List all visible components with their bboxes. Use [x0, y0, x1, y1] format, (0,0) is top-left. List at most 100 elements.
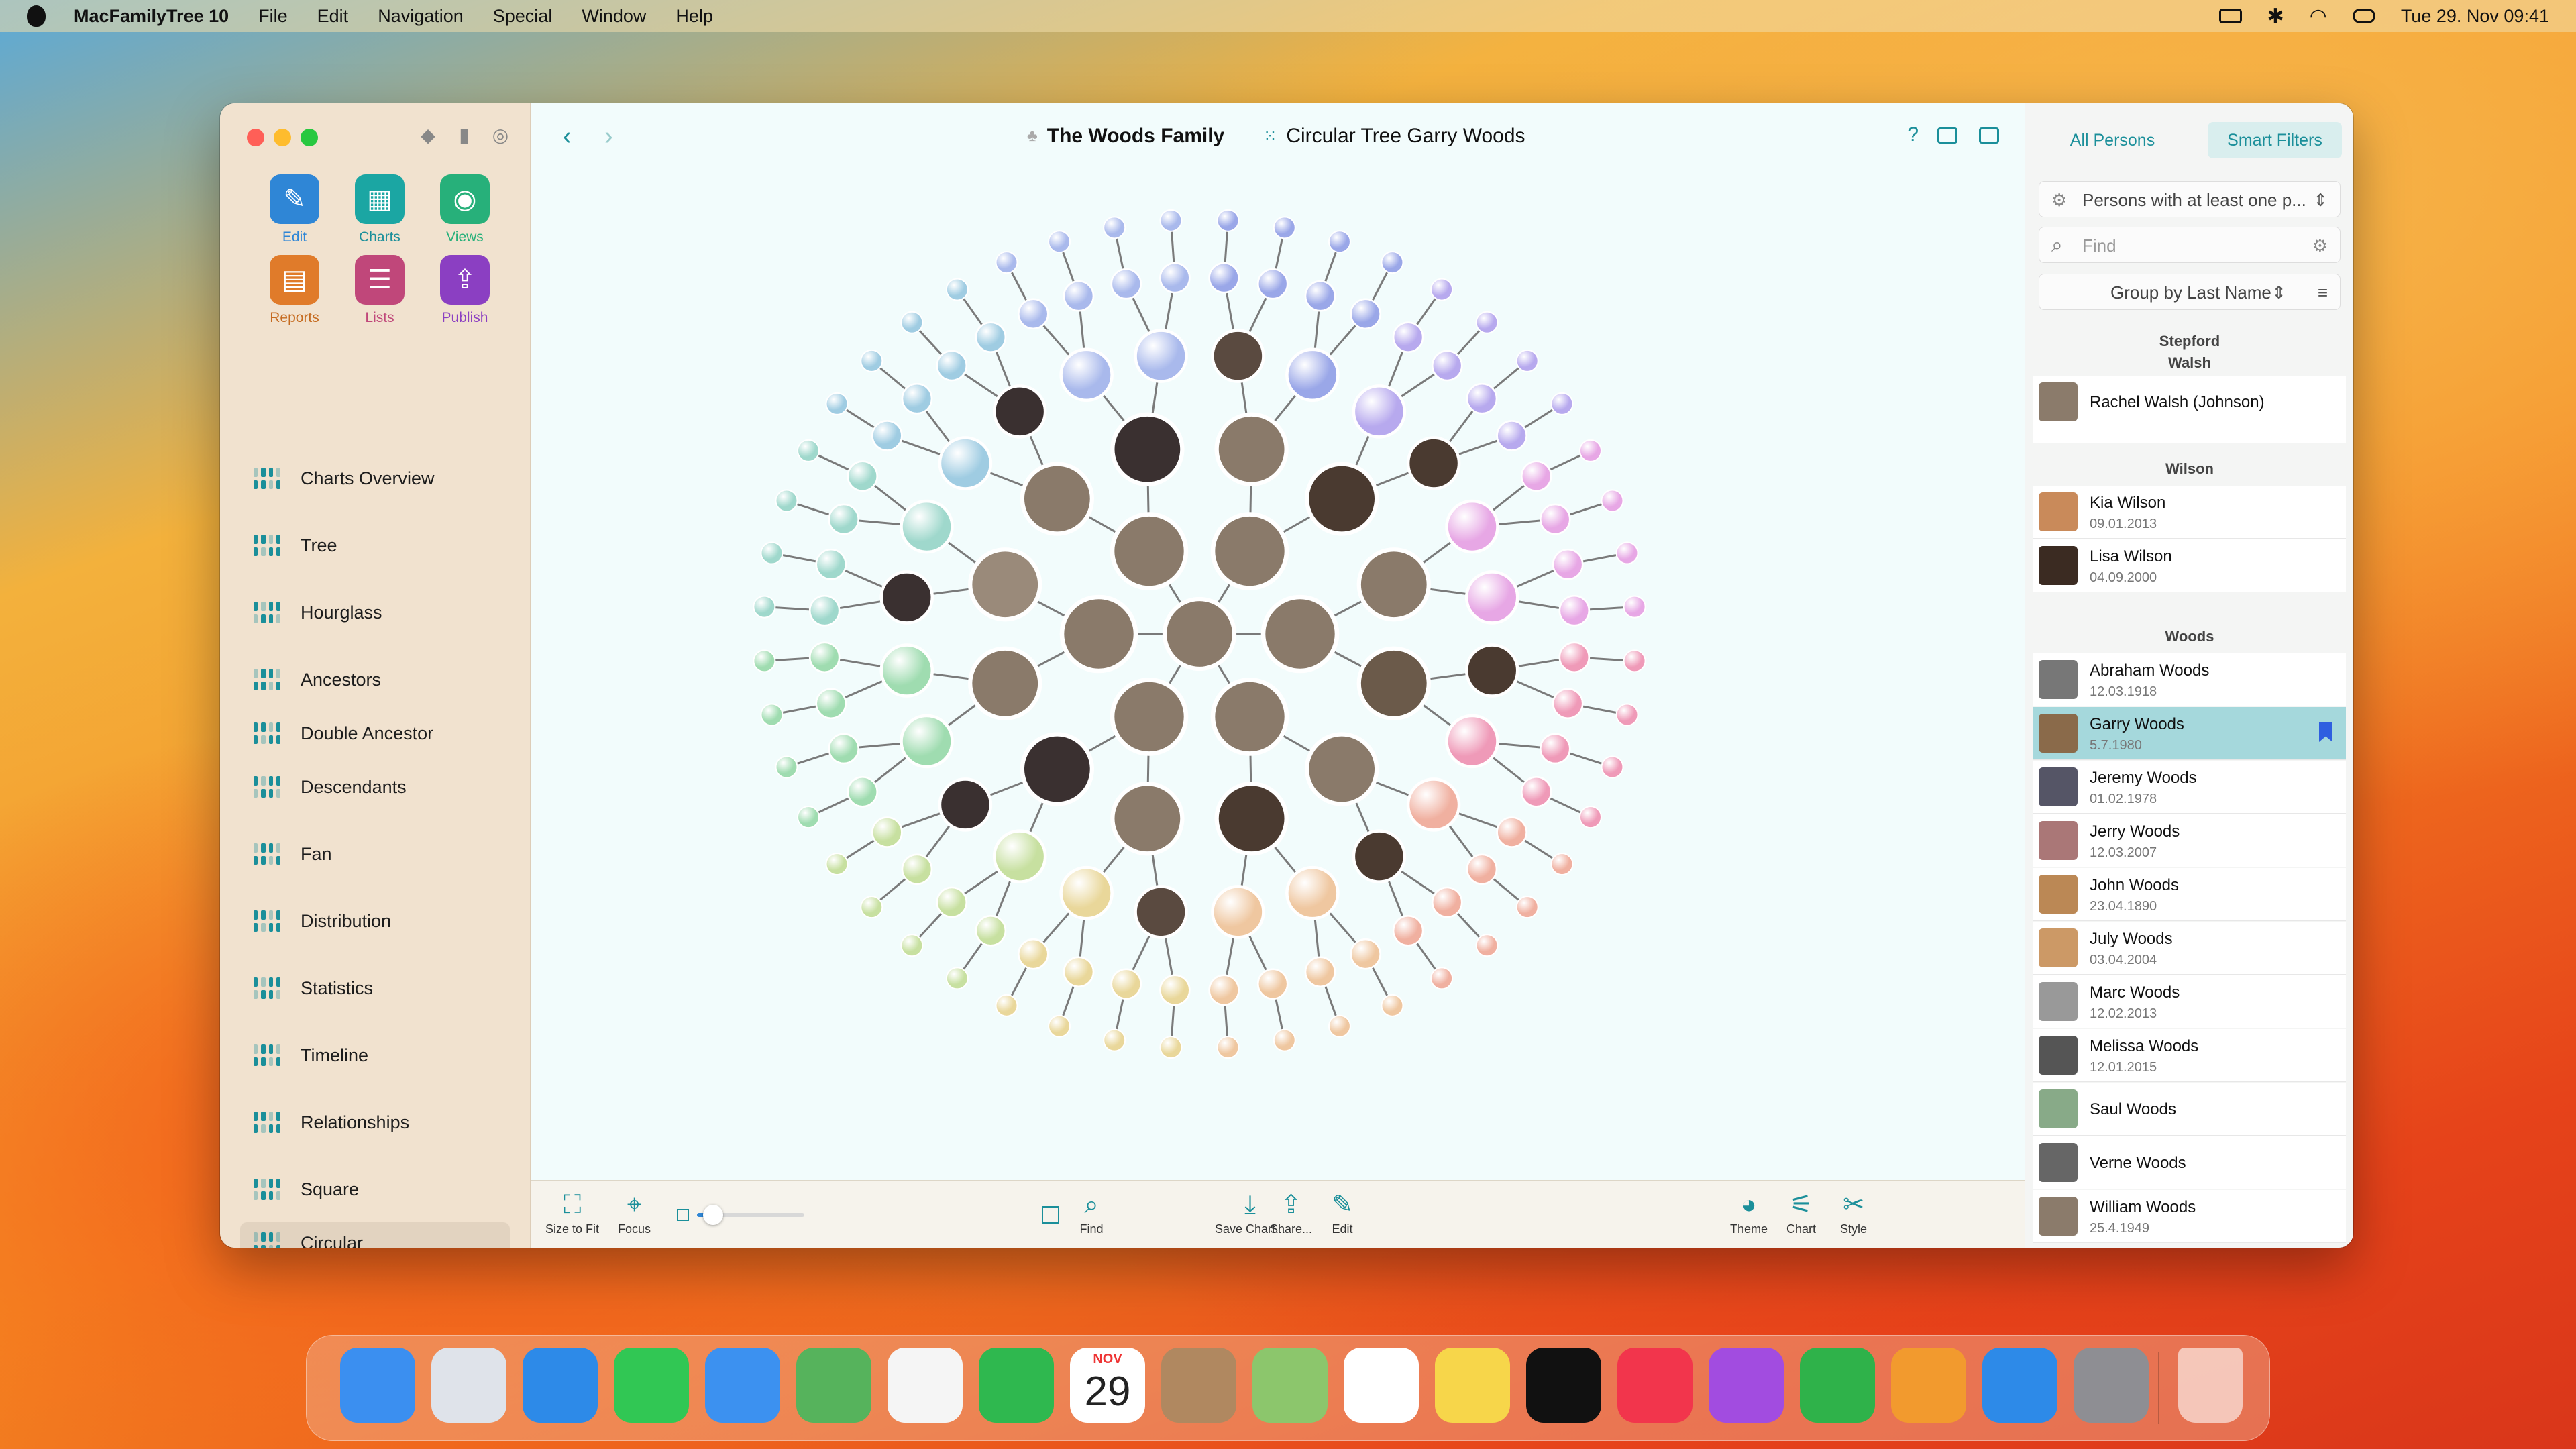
person-node[interactable]	[1496, 420, 1527, 451]
person-node[interactable]	[1515, 349, 1539, 372]
person-node[interactable]	[1305, 732, 1379, 806]
forward-icon[interactable]: ›	[604, 122, 613, 151]
tab-smart-filters[interactable]: Smart Filters	[2208, 122, 2342, 158]
person-node[interactable]	[1159, 1036, 1183, 1059]
person-node[interactable]	[945, 967, 969, 990]
person-node[interactable]	[1578, 439, 1602, 462]
person-node[interactable]	[825, 392, 849, 415]
person-node[interactable]	[1392, 915, 1424, 947]
system-settings-icon[interactable]	[2074, 1348, 2149, 1423]
menu-special[interactable]: Special	[493, 6, 553, 27]
sidebar-item-descendants[interactable]: Descendants	[240, 766, 510, 808]
person-node[interactable]	[1211, 885, 1265, 939]
root-person-node[interactable]	[1162, 596, 1237, 672]
person-node[interactable]	[1430, 967, 1454, 990]
person-node[interactable]	[1466, 853, 1498, 885]
person-node[interactable]	[1475, 934, 1499, 957]
person-node[interactable]	[847, 460, 879, 492]
contacts-icon[interactable]	[1161, 1348, 1236, 1423]
person-node[interactable]	[1601, 489, 1624, 513]
person-node[interactable]	[1381, 251, 1404, 274]
person-node[interactable]	[1103, 216, 1126, 239]
person-node[interactable]	[1159, 209, 1183, 232]
person-node[interactable]	[938, 777, 993, 832]
bookmark-icon[interactable]: ▮	[455, 126, 474, 145]
person-node[interactable]	[1623, 649, 1646, 673]
person-node[interactable]	[808, 594, 841, 627]
list-item[interactable]: John Woods 23.04.1890	[2033, 868, 2346, 921]
person-node[interactable]	[1328, 1014, 1351, 1038]
person-node[interactable]	[1210, 512, 1289, 590]
person-node[interactable]	[1208, 974, 1240, 1006]
person-node[interactable]	[1260, 594, 1340, 674]
smart-filter-select[interactable]: ⚙ Persons with at least one p... ⇕	[2039, 181, 2341, 217]
person-node[interactable]	[900, 714, 954, 769]
macfamilytree-icon[interactable]	[1252, 1348, 1328, 1423]
list-item[interactable]: William Woods 25.4.1949	[2033, 1190, 2346, 1243]
podcasts-icon[interactable]	[1709, 1348, 1784, 1423]
person-node[interactable]	[1558, 594, 1591, 627]
person-node[interactable]	[968, 547, 1042, 622]
person-node[interactable]	[1059, 865, 1114, 920]
mail-icon[interactable]	[705, 1348, 780, 1423]
person-node[interactable]	[1273, 1028, 1296, 1052]
lists-mode-button[interactable]: ☰ Lists	[336, 255, 423, 326]
minimize-button[interactable]	[274, 129, 291, 146]
person-node[interactable]	[995, 251, 1018, 274]
menu-file[interactable]: File	[258, 6, 288, 27]
person-node[interactable]	[1615, 541, 1639, 565]
person-node[interactable]	[938, 436, 993, 490]
person-node[interactable]	[879, 570, 934, 625]
circular-tree-chart[interactable]	[531, 170, 2025, 1180]
list-item[interactable]: Saul Woods	[2033, 1083, 2346, 1136]
messages-icon[interactable]	[614, 1348, 689, 1423]
person-node[interactable]	[1350, 938, 1382, 970]
person-node[interactable]	[900, 499, 954, 554]
person-node[interactable]	[945, 278, 969, 301]
person-node[interactable]	[1515, 896, 1539, 919]
person-node[interactable]	[900, 311, 924, 334]
bookmark-icon[interactable]	[2319, 722, 2332, 742]
list-item[interactable]: Lisa Wilson 04.09.2000	[2033, 539, 2346, 592]
person-node[interactable]	[1356, 547, 1431, 622]
trash-icon[interactable]	[2178, 1348, 2243, 1423]
person-node[interactable]	[1285, 347, 1340, 402]
views-mode-button[interactable]: ◉ Views	[421, 174, 508, 246]
sidebar-item-circular[interactable]: Circular	[240, 1222, 510, 1248]
person-node[interactable]	[753, 595, 776, 619]
calendar-icon[interactable]: NOV 29	[1070, 1348, 1145, 1423]
person-node[interactable]	[975, 321, 1007, 353]
zoom-button[interactable]	[301, 129, 318, 146]
person-node[interactable]	[1110, 968, 1142, 1000]
control-center-icon[interactable]	[2352, 9, 2375, 23]
person-node[interactable]	[992, 384, 1047, 439]
person-node[interactable]	[1059, 347, 1114, 402]
photos-icon[interactable]	[888, 1348, 963, 1423]
facetime-icon[interactable]	[979, 1348, 1054, 1423]
person-node[interactable]	[1063, 956, 1095, 988]
person-node[interactable]	[760, 541, 784, 565]
person-node[interactable]	[1466, 382, 1498, 415]
person-node[interactable]	[1208, 262, 1240, 294]
menu-help[interactable]: Help	[676, 6, 713, 27]
list-item[interactable]: Abraham Woods 12.03.1918	[2033, 653, 2346, 706]
sidebar-item-tree[interactable]: Tree	[240, 525, 510, 566]
person-node[interactable]	[797, 806, 820, 829]
person-node[interactable]	[1059, 594, 1138, 674]
person-node[interactable]	[1496, 816, 1527, 848]
person-node[interactable]	[1356, 646, 1431, 720]
list-item[interactable]: Marc Woods 12.02.2013	[2033, 975, 2346, 1028]
person-node[interactable]	[1520, 460, 1552, 492]
menu-edit[interactable]: Edit	[317, 6, 349, 27]
person-node[interactable]	[871, 816, 903, 848]
reports-mode-button[interactable]: ▤ Reports	[251, 255, 338, 326]
person-node[interactable]	[1392, 321, 1424, 353]
person-node[interactable]	[1285, 865, 1340, 920]
person-node[interactable]	[1103, 1028, 1126, 1052]
person-node[interactable]	[1048, 230, 1071, 254]
person-node[interactable]	[1256, 268, 1289, 300]
sidebar-item-ancestors[interactable]: Ancestors	[240, 659, 510, 700]
person-node[interactable]	[1350, 298, 1382, 330]
notes-icon[interactable]	[1435, 1348, 1510, 1423]
person-node[interactable]	[828, 503, 860, 535]
